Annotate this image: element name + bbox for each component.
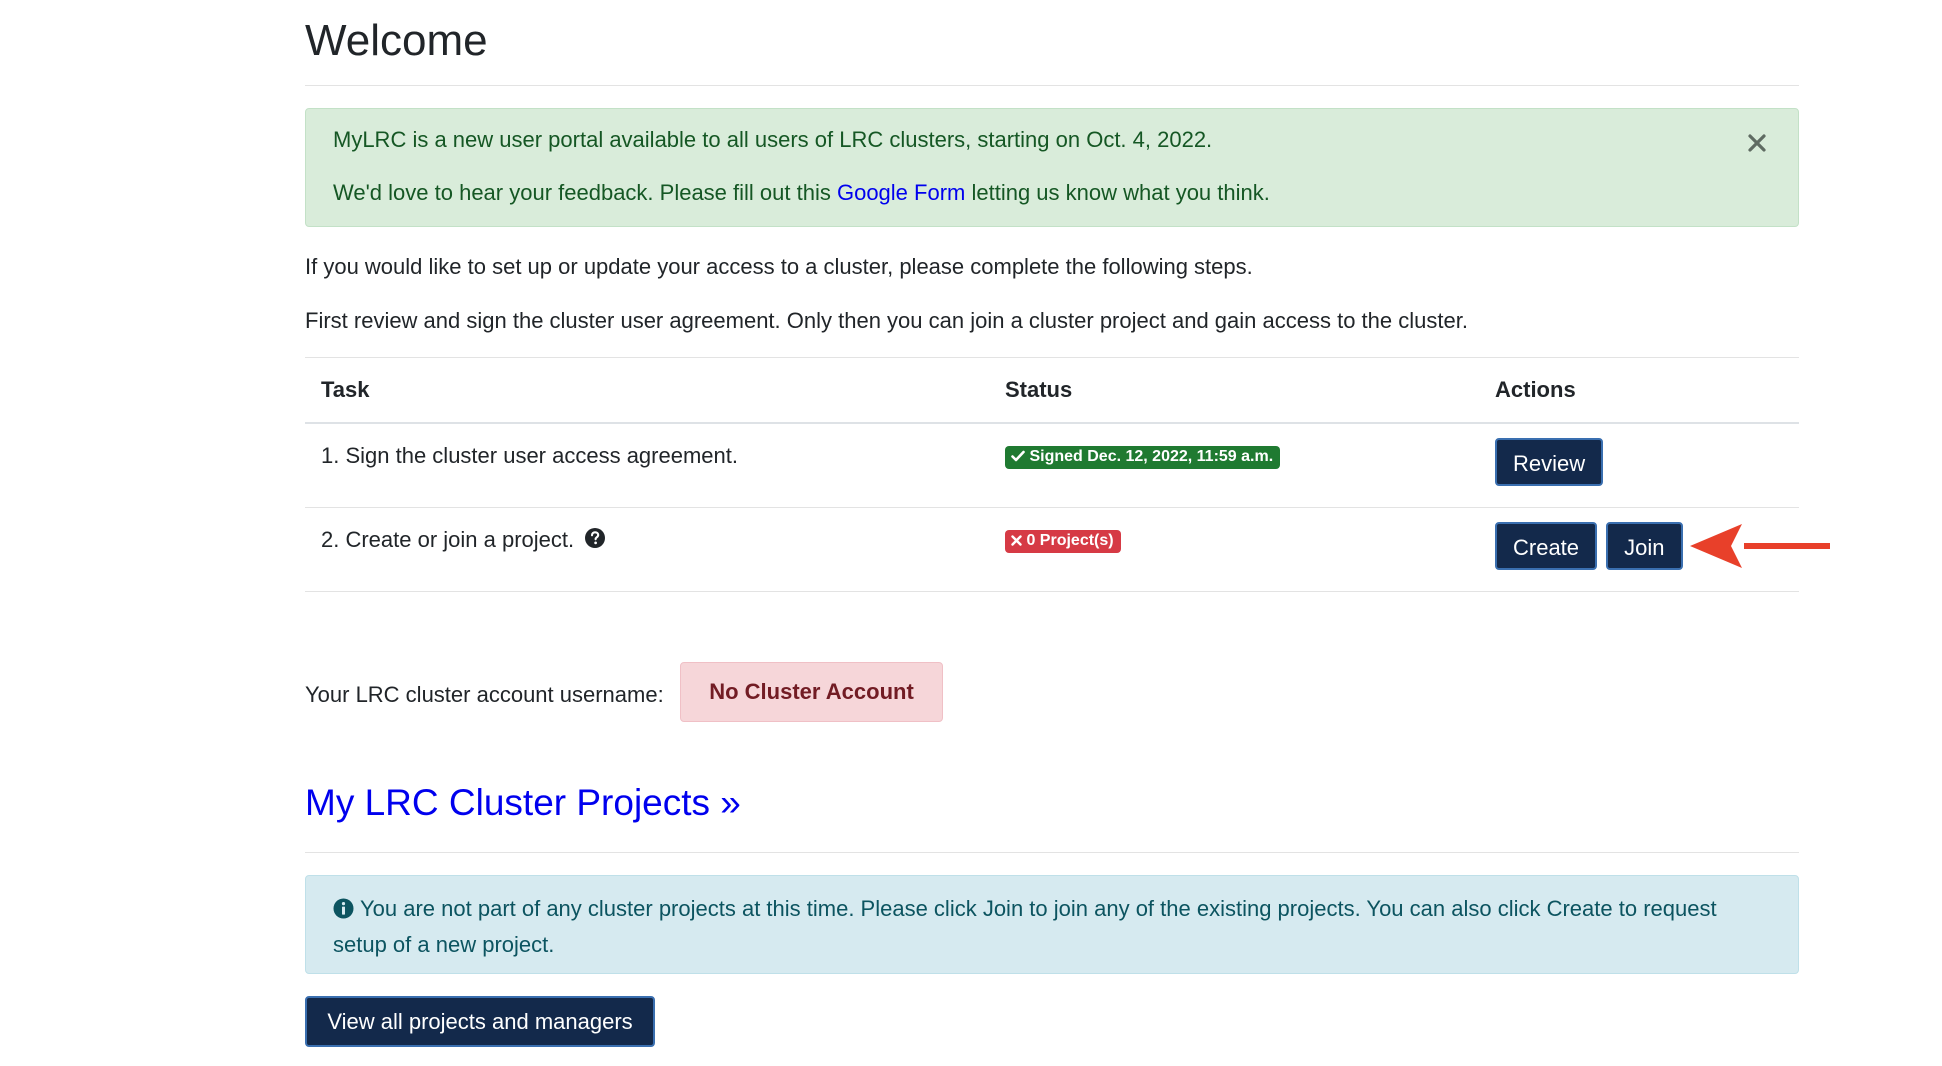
main-content: Welcome MyLRC is a new user portal avail…: [305, 0, 1799, 1047]
task-cell: 1. Sign the cluster user access agreemen…: [305, 423, 989, 508]
status-cell: Signed Dec. 12, 2022, 11:59 a.m.: [989, 423, 1479, 508]
announcement-text-before: We'd love to hear your feedback. Please …: [333, 180, 837, 205]
announcement-line-2: We'd love to hear your feedback. Please …: [333, 180, 1270, 206]
title-divider: [305, 85, 1799, 86]
projects-info-alert: You are not part of any cluster projects…: [305, 875, 1799, 974]
review-button[interactable]: Review: [1495, 438, 1604, 486]
status-badge-projects: 0 Project(s): [1005, 529, 1121, 553]
x-icon: [1011, 534, 1022, 546]
my-projects-link[interactable]: My LRC Cluster Projects »: [305, 782, 741, 824]
close-icon[interactable]: [1743, 129, 1771, 157]
google-form-link[interactable]: Google Form: [837, 180, 965, 205]
page: Welcome MyLRC is a new user portal avail…: [0, 0, 1942, 1066]
task-text: 2. Create or join a project.: [321, 527, 575, 552]
question-circle-icon[interactable]: [584, 527, 606, 555]
announcement-alert: MyLRC is a new user portal available to …: [305, 108, 1799, 227]
column-header-actions: Actions: [1479, 357, 1799, 424]
column-header-task: Task: [305, 357, 989, 424]
status-text: 0 Project(s): [1026, 531, 1114, 549]
announcement-text-after: letting us know what you think.: [965, 180, 1270, 205]
status-cell: 0 Project(s): [989, 507, 1479, 592]
actions-cell: Review: [1479, 423, 1799, 508]
intro-paragraph-1: If you would like to set up or update yo…: [305, 254, 1253, 279]
page-title: Welcome: [305, 16, 488, 65]
status-text: Signed Dec. 12, 2022, 11:59 a.m.: [1029, 447, 1274, 465]
column-header-status: Status: [989, 357, 1479, 424]
username-status-badge: No Cluster Account: [680, 662, 943, 722]
info-circle-icon: [333, 895, 354, 928]
intro-paragraph-2: First review and sign the cluster user a…: [305, 308, 1468, 333]
create-button[interactable]: Create: [1495, 522, 1598, 570]
table-row: 2. Create or join a project. 0 Project(s…: [305, 507, 1799, 592]
task-cell: 2. Create or join a project.: [305, 507, 989, 592]
join-button[interactable]: Join: [1606, 522, 1683, 570]
table-header-row: Task Status Actions: [305, 357, 1799, 424]
projects-divider: [305, 852, 1799, 853]
projects-info-text: You are not part of any cluster projects…: [333, 896, 1717, 957]
table-row: 1. Sign the cluster user access agreemen…: [305, 423, 1799, 508]
check-icon: [1011, 450, 1025, 461]
annotation-arrow-icon: [1686, 520, 1836, 581]
announcement-line-1: MyLRC is a new user portal available to …: [333, 127, 1213, 152]
task-text: 1. Sign the cluster user access agreemen…: [321, 443, 738, 468]
view-all-projects-button[interactable]: View all projects and managers: [305, 996, 655, 1047]
tasks-table: Task Status Actions 1. Sign the cluster …: [305, 357, 1799, 592]
username-label: Your LRC cluster account username:: [305, 682, 664, 707]
status-badge-signed: Signed Dec. 12, 2022, 11:59 a.m.: [1005, 445, 1281, 469]
